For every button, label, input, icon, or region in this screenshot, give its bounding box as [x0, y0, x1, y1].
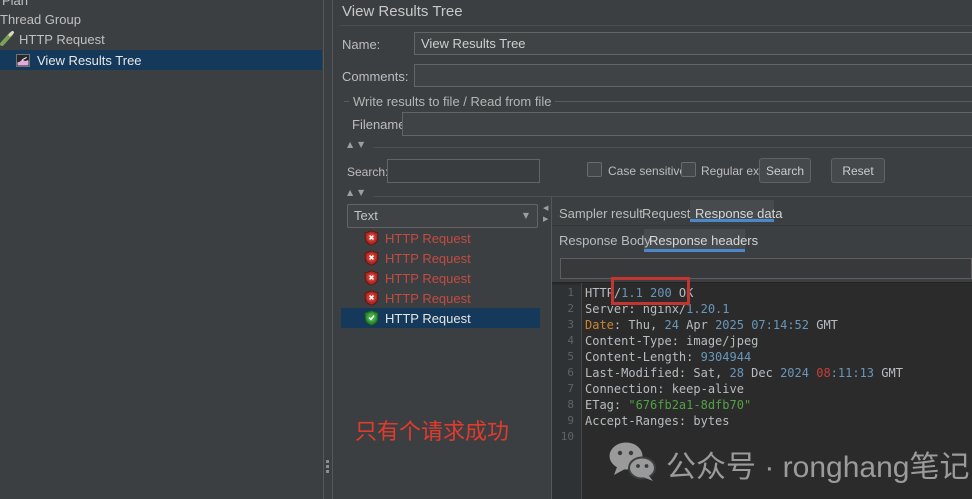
gutter-numbers: 12345678910 [552, 285, 581, 499]
tab-response-headers-underline [644, 249, 745, 252]
http-sampler-icon [0, 31, 15, 51]
filename-input[interactable] [402, 112, 972, 136]
line-number: 3 [552, 317, 581, 333]
tree-item-label: HTTP Request [19, 32, 105, 47]
reset-button[interactable]: Reset [831, 158, 885, 183]
page-title: View Results Tree [342, 3, 463, 20]
comments-label: Comments: [342, 69, 408, 84]
code-line: Connection: keep-alive [585, 381, 972, 397]
main-splitter-handle[interactable] [326, 460, 330, 474]
line-number: 7 [552, 381, 581, 397]
view-mode-value: Text [354, 208, 378, 223]
tree-item-view-results-tree[interactable]: View Results Tree [0, 50, 322, 70]
result-item-1[interactable]: HTTP Request [341, 228, 540, 248]
search-button[interactable]: Search [759, 158, 811, 183]
line-number: 2 [552, 301, 581, 317]
result-item-5[interactable]: HTTP Request [341, 308, 540, 328]
annotation-text: 只有个请求成功 [355, 414, 509, 446]
success-shield-icon [364, 310, 379, 331]
search-input[interactable] [387, 159, 540, 183]
result-item-4[interactable]: HTTP Request [341, 288, 540, 308]
result-item-3[interactable]: HTTP Request [341, 268, 540, 288]
wechat-icon [608, 441, 658, 486]
tab-sampler-result[interactable]: Sampler result [559, 206, 643, 221]
case-sensitive-checkbox[interactable] [587, 162, 602, 177]
jmeter-window: Plan Thread Group HTTP Request View Resu… [0, 0, 972, 499]
tree-item-http-request[interactable]: HTTP Request [0, 30, 320, 48]
tree-item-thread-group[interactable]: Thread Group [0, 12, 81, 28]
code-line: Content-Length: 9304944 [585, 349, 972, 365]
line-number: 8 [552, 397, 581, 413]
tab-response-data-underline [690, 219, 774, 222]
tab-response-body[interactable]: Response Body [559, 233, 651, 248]
collapse-up-icon[interactable]: ▲ [347, 189, 353, 197]
search-label: Search: [347, 165, 388, 179]
editor-search-input[interactable] [560, 258, 972, 279]
chevron-down-icon: ▼ [523, 212, 529, 220]
divider-right-icon[interactable]: ▶ [543, 215, 548, 223]
line-number: 4 [552, 333, 581, 349]
collapse-down-icon[interactable]: ▼ [358, 141, 364, 149]
result-item-2[interactable]: HTTP Request [341, 248, 540, 268]
tree-item-label: View Results Tree [37, 53, 142, 68]
tab-response-headers[interactable]: Response headers [649, 233, 758, 248]
code-line: Date: Thu, 24 Apr 2025 07:14:52 GMT [585, 317, 972, 333]
result-item-label: HTTP Request [385, 231, 471, 246]
line-number: 6 [552, 365, 581, 381]
annotation-box [611, 277, 690, 305]
result-item-label: HTTP Request [385, 311, 471, 326]
splitter-b-line [374, 196, 972, 197]
gutter-divider [581, 283, 582, 499]
watermark-text: 公众号 · ronghang笔记 [666, 442, 969, 486]
tree-item-plan[interactable]: Plan [2, 0, 28, 9]
code-line: Last-Modified: Sat, 28 Dec 2024 08:11:13… [585, 365, 972, 381]
tab-request[interactable]: Request [642, 206, 690, 221]
line-number: 5 [552, 349, 581, 365]
view-mode-combobox[interactable]: Text ▼ [347, 204, 538, 228]
case-sensitive-label: Case sensitive [608, 164, 686, 178]
line-number: 9 [552, 413, 581, 429]
line-number: 10 [552, 429, 581, 445]
divider-left-icon[interactable]: ◀ [543, 204, 548, 212]
code-line: ETag: "676fb2a1-8dfb70" [585, 397, 972, 413]
collapse-down-icon[interactable]: ▼ [358, 189, 364, 197]
line-number: 1 [552, 285, 581, 301]
splitter-a-line [374, 147, 972, 148]
main-splitter-line-right [332, 0, 333, 499]
result-item-label: HTTP Request [385, 271, 471, 286]
test-plan-tree: Plan Thread Group HTTP Request View Resu… [0, 0, 323, 499]
regular-exp-checkbox[interactable] [681, 162, 696, 177]
name-label: Name: [342, 37, 380, 52]
comments-input[interactable] [414, 64, 972, 87]
fieldset-legend: Write results to file / Read from file [349, 94, 555, 109]
code-line: Content-Type: image/jpeg [585, 333, 972, 349]
result-item-label: HTTP Request [385, 291, 471, 306]
tab-row-divider [552, 225, 972, 226]
collapse-up-icon[interactable]: ▲ [347, 141, 353, 149]
watermark: 公众号 · ronghang笔记 [608, 441, 969, 486]
code-lines: HTTP/1.1 200 OKServer: nginx/1.20.1Date:… [585, 285, 972, 445]
name-input[interactable]: View Results Tree [414, 32, 972, 55]
results-tree-chart-icon [16, 53, 30, 72]
main-splitter-line-left [323, 0, 324, 499]
filename-label: Filename [352, 117, 405, 132]
title-divider [340, 25, 972, 26]
result-item-label: HTTP Request [385, 251, 471, 266]
code-line: Accept-Ranges: bytes [585, 413, 972, 429]
